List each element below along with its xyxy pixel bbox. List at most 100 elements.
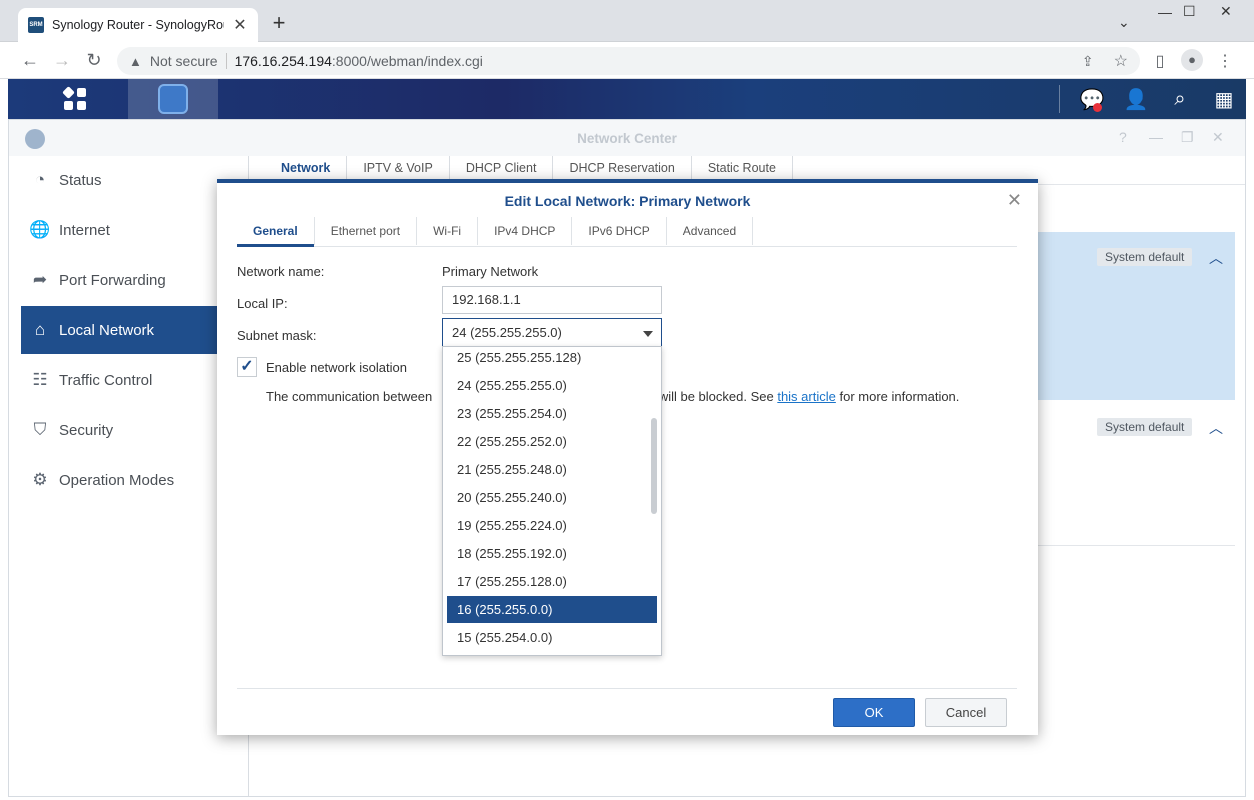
subnet-mask-select[interactable]: 24 (255.255.255.0) [442, 318, 662, 348]
subnet-option[interactable]: 18 (255.255.192.0) [447, 540, 657, 567]
dropdown-caret-icon[interactable] [643, 331, 653, 337]
user-icon[interactable]: 👤 [1114, 87, 1158, 112]
window-minimize-icon[interactable]: — [1149, 129, 1163, 145]
forward-icon[interactable]: → [51, 49, 73, 71]
subnet-mask-label: Subnet mask: [237, 328, 317, 343]
subnet-option[interactable]: 19 (255.255.224.0) [447, 512, 657, 539]
tab-ipv6-dhcp[interactable]: IPv6 DHCP [572, 217, 667, 245]
cancel-button[interactable]: Cancel [925, 698, 1007, 727]
router-icon: ⚙ [32, 470, 48, 489]
profile-avatar-icon[interactable]: ● [1181, 49, 1203, 71]
sidebar-item-status[interactable]: ◔ Status [21, 156, 219, 204]
security-label: Not secure [149, 53, 218, 69]
taskbar-right-icons: 💬 👤 ⌕ ▦ [1059, 79, 1246, 119]
local-ip-input[interactable]: 192.168.1.1 [442, 286, 662, 314]
taskbar-separator [1059, 85, 1060, 113]
subnet-mask-value: 24 (255.255.255.0) [452, 325, 562, 340]
network-isolation-row: ✓ Enable network isolation [237, 357, 407, 377]
dialog-title: Edit Local Network: Primary Network [504, 193, 751, 209]
window-title: Network Center [577, 131, 677, 146]
status-badge: System default [1097, 248, 1193, 266]
sidebar-item-internet[interactable]: 🌐 Internet [21, 206, 219, 254]
browser-tab[interactable]: SRM Synology Router - SynologyRoute ✕ [18, 8, 258, 42]
help-icon[interactable]: ? [1119, 129, 1127, 145]
chevron-down-icon[interactable]: ⌄ [1118, 14, 1130, 31]
network-isolation-checkbox[interactable]: ✓ [237, 357, 257, 377]
new-tab-icon[interactable]: + [268, 12, 290, 34]
this-article-link[interactable]: this article [777, 389, 836, 404]
url-text: 176.16.254.194:8000/webman/index.cgi [235, 53, 1074, 69]
collapse-chevron-icon[interactable]: ︿ [1209, 418, 1223, 438]
sliders-icon: ☷ [32, 370, 48, 389]
url-path: :8000/webman/index.cgi [331, 53, 483, 69]
network-center-app-button[interactable] [128, 79, 218, 119]
browser-tab-strip: SRM Synology Router - SynologyRoute ✕ + … [0, 0, 1254, 42]
app-grid-icon [62, 86, 86, 110]
subnet-option[interactable]: 25 (255.255.255.128) [447, 347, 657, 371]
tab-wifi[interactable]: Wi-Fi [417, 217, 479, 245]
srm-taskbar: 💬 👤 ⌕ ▦ [8, 79, 1246, 119]
menu-dots-icon[interactable]: ⋮ [1215, 51, 1235, 71]
collapse-chevron-icon[interactable]: ︿ [1209, 248, 1223, 268]
gauge-icon: ◔ [34, 170, 46, 189]
sidebar-item-traffic-control[interactable]: ☷ Traffic Control [21, 356, 219, 404]
subnet-option[interactable]: 24 (255.255.255.0) [447, 372, 657, 399]
close-window-icon[interactable]: ✕ [1220, 3, 1232, 20]
sidebar-item-security[interactable]: ⛉ Security [21, 406, 219, 454]
search-icon[interactable]: ⌕ [1158, 88, 1202, 111]
note-text-start: The communication between [266, 389, 433, 404]
subnet-mask-dropdown-list[interactable]: 25 (255.255.255.128) 24 (255.255.255.0) … [442, 346, 662, 656]
close-tab-icon[interactable]: ✕ [232, 15, 248, 35]
widgets-icon[interactable]: ▦ [1202, 87, 1246, 112]
sidebar-item-port-forwarding[interactable]: ➦ Port Forwarding [21, 256, 219, 304]
warning-icon[interactable]: ▲ [129, 54, 142, 69]
network-isolation-label: Enable network isolation [266, 359, 407, 375]
tab-network[interactable]: Network [265, 156, 348, 181]
tab-general[interactable]: General [237, 217, 315, 247]
dialog-footer-divider [237, 688, 1017, 689]
notification-dot [1093, 102, 1102, 112]
share-arrow-icon: ➦ [32, 270, 48, 289]
sidebar-item-local-network[interactable]: ⌂ Local Network [21, 306, 219, 354]
side-panel-icon[interactable]: ▯ [1150, 51, 1170, 71]
address-bar[interactable]: ▲ Not secure 176.16.254.194:8000/webman/… [117, 47, 1140, 75]
subnet-option[interactable]: 22 (255.255.252.0) [447, 428, 657, 455]
tab-advanced[interactable]: Advanced [667, 217, 754, 245]
window-titlebar: Network Center ? — ❐ ✕ [9, 120, 1245, 156]
main-menu-button[interactable] [30, 79, 120, 119]
dropdown-scrollbar[interactable] [651, 418, 657, 514]
bookmark-star-icon[interactable]: ☆ [1114, 51, 1128, 71]
sidebar-item-label: Internet [59, 221, 110, 239]
tab-iptv-voip[interactable]: IPTV & VoIP [347, 156, 450, 181]
sidebar-item-label: Security [59, 421, 114, 439]
maximize-icon[interactable]: ☐ [1183, 3, 1196, 20]
local-ip-label: Local IP: [237, 296, 288, 311]
subnet-option[interactable]: 20 (255.255.240.0) [447, 484, 657, 511]
minimize-icon[interactable]: — [1158, 4, 1172, 20]
window-restore-icon[interactable]: ❐ [1181, 129, 1194, 146]
network-name-label: Network name: [237, 264, 325, 279]
tab-ipv4-dhcp[interactable]: IPv4 DHCP [478, 217, 573, 245]
subnet-option[interactable]: 15 (255.254.0.0) [447, 624, 657, 651]
home-network-icon: ⌂ [34, 320, 46, 339]
tab-static-route[interactable]: Static Route [692, 156, 793, 181]
reload-icon[interactable]: ↻ [83, 49, 105, 71]
subnet-option[interactable]: 21 (255.255.248.0) [447, 456, 657, 483]
window-close-icon[interactable]: ✕ [1212, 129, 1224, 146]
tab-dhcp-client[interactable]: DHCP Client [450, 156, 554, 181]
url-host: 176.16.254.194 [234, 53, 332, 69]
dialog-tabs: General Ethernet port Wi-Fi IPv4 DHCP IP… [237, 217, 1017, 247]
sidebar-item-label: Operation Modes [59, 471, 175, 489]
ok-button[interactable]: OK [833, 698, 915, 727]
notifications-icon[interactable]: 💬 [1070, 87, 1114, 112]
tab-ethernet-port[interactable]: Ethernet port [315, 217, 418, 245]
back-icon[interactable]: ← [19, 49, 41, 71]
globe-icon: 🌐 [29, 220, 51, 239]
dialog-close-icon[interactable]: ✕ [1007, 190, 1022, 211]
share-icon[interactable]: ⇪ [1082, 53, 1094, 70]
sidebar-item-operation-modes[interactable]: ⚙ Operation Modes [21, 456, 219, 504]
subnet-option[interactable]: 17 (255.255.128.0) [447, 568, 657, 595]
tab-dhcp-reservation[interactable]: DHCP Reservation [553, 156, 692, 181]
subnet-option[interactable]: 23 (255.255.254.0) [447, 400, 657, 427]
subnet-option-highlighted[interactable]: 16 (255.255.0.0) [447, 596, 657, 623]
